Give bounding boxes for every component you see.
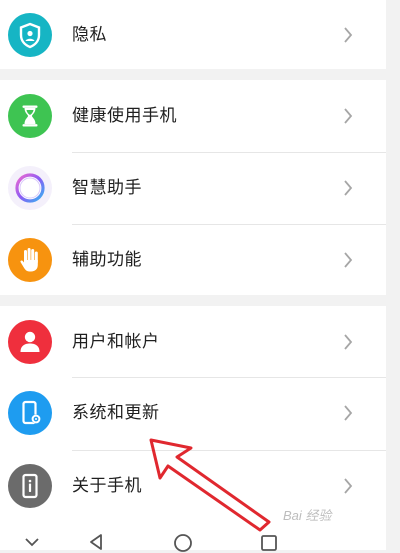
watermark-text: Bai 经验 [283, 508, 332, 523]
annotation-arrow-icon [149, 438, 271, 532]
